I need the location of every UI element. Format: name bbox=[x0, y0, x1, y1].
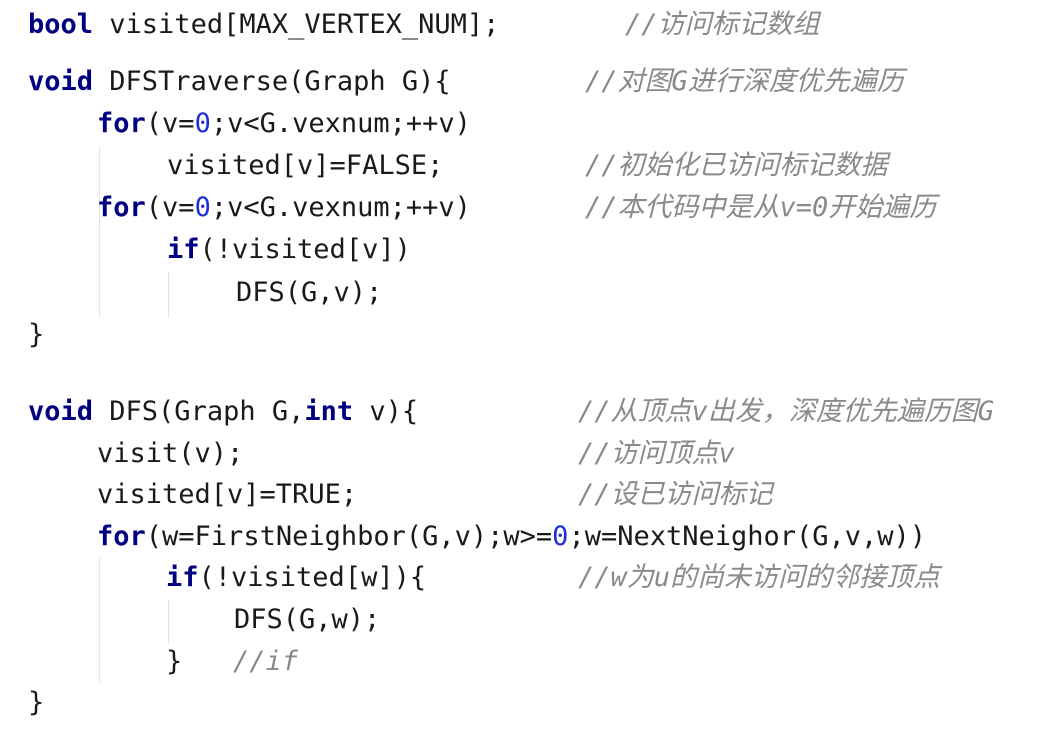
code-text: (v= bbox=[145, 108, 195, 139]
keyword: void bbox=[28, 66, 94, 97]
code-line-12: for(w=FirstNeighbor(G,v);w>=0;w=NextNeig… bbox=[97, 516, 926, 558]
code-text: visited[v]=TRUE; bbox=[97, 479, 358, 510]
indent-guide bbox=[168, 599, 169, 643]
closing-brace: } bbox=[28, 687, 45, 718]
code-line-13: if(!visited[w]){ bbox=[166, 557, 426, 599]
code-comment: //对图G进行深度优先遍历 bbox=[585, 66, 904, 97]
number-literal: 0 bbox=[194, 192, 211, 223]
code-line-2: void DFSTraverse(Graph G){ bbox=[28, 61, 451, 103]
code-comment: //从顶点v出发，深度优先遍历图G bbox=[578, 396, 995, 427]
code-text: ;v<G.vexnum;++v) bbox=[210, 192, 471, 223]
code-comment: //访问标记数组 bbox=[625, 9, 820, 40]
keyword: for bbox=[97, 192, 146, 223]
code-text: ;w=NextNeighor(G,v,w)) bbox=[568, 521, 927, 552]
closing-brace: } bbox=[28, 319, 45, 350]
code-line-4: visited[v]=FALSE; bbox=[167, 145, 443, 187]
code-text: DFS(G,w); bbox=[234, 604, 381, 635]
code-comment: //本代码中是从v=0开始遍历 bbox=[585, 192, 937, 223]
code-line-10: visit(v); bbox=[97, 433, 243, 475]
code-text: DFS(G,v); bbox=[236, 277, 383, 308]
keyword: if bbox=[167, 234, 200, 265]
code-text: (v= bbox=[145, 192, 195, 223]
code-text: v){ bbox=[353, 396, 419, 427]
closing-brace: } bbox=[166, 646, 183, 677]
code-text: visit(v); bbox=[97, 438, 244, 469]
code-text: (!visited[v]) bbox=[199, 234, 411, 265]
keyword: int bbox=[304, 396, 354, 427]
code-text: DFS(Graph G, bbox=[93, 396, 305, 427]
code-text: visited[MAX_VERTEX_NUM]; bbox=[93, 9, 500, 40]
keyword: for bbox=[97, 108, 146, 139]
code-line-11: visited[v]=TRUE; bbox=[97, 474, 357, 516]
code-line-6: if(!visited[v]) bbox=[167, 229, 411, 271]
code-comment: //if bbox=[233, 646, 299, 677]
code-line-16: } bbox=[28, 682, 44, 724]
code-line-8: } bbox=[28, 314, 44, 356]
code-line-15: } bbox=[166, 641, 182, 683]
code-editor: bool visited[MAX_VERTEX_NUM]; //访问标记数组 v… bbox=[0, 0, 1051, 744]
code-line-3: for(v=0;v<G.vexnum;++v) bbox=[97, 103, 471, 145]
number-literal: 0 bbox=[552, 521, 569, 552]
code-line-1: bool visited[MAX_VERTEX_NUM]; bbox=[28, 4, 499, 46]
code-line-7: DFS(G,v); bbox=[236, 272, 382, 314]
code-text: (w=FirstNeighbor(G,v);w>= bbox=[145, 521, 553, 552]
code-text: visited[v]=FALSE; bbox=[167, 150, 444, 181]
code-line-5: for(v=0;v<G.vexnum;++v) bbox=[97, 187, 471, 229]
code-comment: //初始化已访问标记数据 bbox=[585, 150, 888, 181]
code-comment: //w为u的尚未访问的邻接顶点 bbox=[578, 562, 941, 593]
code-text: DFSTraverse(Graph G){ bbox=[93, 66, 451, 97]
keyword: bool bbox=[28, 9, 94, 40]
indent-guide bbox=[168, 272, 169, 318]
number-literal: 0 bbox=[194, 108, 211, 139]
code-text: ;v<G.vexnum;++v) bbox=[210, 108, 471, 139]
keyword: if bbox=[166, 562, 199, 593]
indent-guide bbox=[99, 146, 100, 318]
code-comment: //设已访问标记 bbox=[578, 479, 773, 510]
keyword: for bbox=[97, 521, 146, 552]
code-comment: //访问顶点v bbox=[578, 438, 735, 469]
code-text: (!visited[w]){ bbox=[198, 562, 427, 593]
code-line-14: DFS(G,w); bbox=[234, 599, 380, 641]
indent-guide bbox=[99, 557, 100, 683]
keyword: void bbox=[28, 396, 94, 427]
code-line-9: void DFS(Graph G,int v){ bbox=[28, 391, 418, 433]
